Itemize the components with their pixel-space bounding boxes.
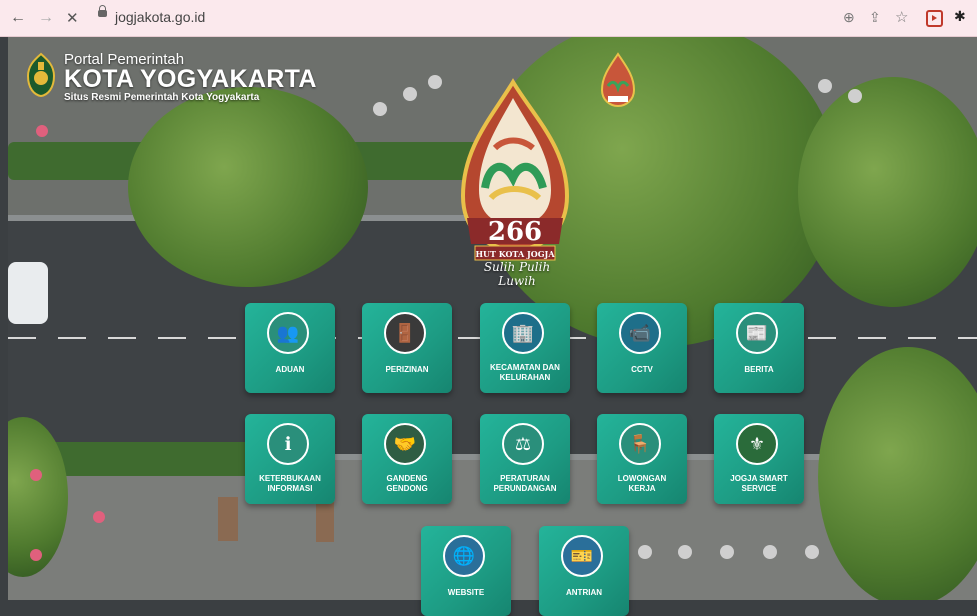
share-icon[interactable]: ⇪	[869, 9, 881, 26]
forward-icon[interactable]: →	[38, 9, 54, 27]
cctv-camera-icon: 📹	[619, 312, 661, 354]
service-tile-keterbukaan-informasi[interactable]: ℹ KETERBUKAAN INFORMASI	[245, 414, 335, 504]
anniversary-number: 266	[488, 217, 542, 247]
service-tile-label: PERIZINAN	[385, 365, 429, 374]
anniversary-small-logo	[600, 52, 636, 108]
website-globe-icon: 🌐	[443, 535, 485, 577]
lock-icon[interactable]	[98, 5, 107, 17]
service-tile-label: CCTV	[631, 365, 653, 374]
service-tile-label: LOWONGAN KERJA	[617, 474, 667, 493]
service-tile-label: ADUAN	[275, 365, 305, 374]
service-tile-website[interactable]: 🌐 WEBSITE	[421, 526, 511, 616]
city-name[interactable]: KOTA YOGYAKARTA	[64, 65, 317, 94]
service-tile-label: GANDENG GENDONG	[386, 474, 428, 493]
anniversary-tagline: Sulih Pulih Luwih	[483, 260, 551, 288]
service-tile-berita[interactable]: 📰 BERITA	[714, 303, 804, 393]
back-icon[interactable]: ←	[10, 9, 26, 27]
complaint-people-icon: 👥	[267, 312, 309, 354]
service-tile-cctv[interactable]: 📹 CCTV	[597, 303, 687, 393]
gunungan-anniversary-logo: 266 HUT KOTA JOGJA	[460, 78, 570, 261]
service-tile-label: KECAMATAN DAN KELURAHAN	[490, 363, 560, 382]
service-tile-antrian[interactable]: 🎫 ANTRIAN	[539, 526, 629, 616]
info-magnifier-icon: ℹ	[267, 423, 309, 465]
service-tile-gandeng-gendong[interactable]: 🤝 GANDENG GENDONG	[362, 414, 452, 504]
service-tile-kecamatan-dan-kelurahan[interactable]: 🏢 KECAMATAN DAN KELURAHAN	[480, 303, 570, 393]
office-desk-icon: 🏢	[502, 312, 544, 354]
address-bar[interactable]	[90, 7, 960, 29]
service-tile-aduan[interactable]: 👥 ADUAN	[245, 303, 335, 393]
service-tile-label: ANTRIAN	[566, 588, 602, 597]
browser-toolbar: ← → ✕ jogjakota.go.id ⊕ ⇪ ☆ ✱	[0, 0, 977, 37]
scales-icon: ⚖	[502, 423, 544, 465]
service-tile-jogja-smart-service[interactable]: ⚜ JOGJA SMART SERVICE	[714, 414, 804, 504]
bookmark-star-icon[interactable]: ☆	[895, 8, 908, 26]
extensions-puzzle-icon[interactable]: ✱	[954, 8, 966, 25]
anniversary-banner: HUT KOTA JOGJA	[475, 249, 555, 259]
people-carry-icon: 🤝	[384, 423, 426, 465]
service-tile-label: BERITA	[744, 365, 774, 374]
service-tile-perizinan[interactable]: 🚪 PERIZINAN	[362, 303, 452, 393]
newspaper-icon: 📰	[736, 312, 778, 354]
city-emblem-logo[interactable]	[26, 52, 56, 98]
office-chair-icon: 🪑	[619, 423, 661, 465]
extension-icon[interactable]	[926, 10, 943, 27]
permit-door-icon: 🚪	[384, 312, 426, 354]
service-tile-label: WEBSITE	[447, 588, 485, 597]
queue-ticket-icon: 🎫	[561, 535, 603, 577]
url-text[interactable]: jogjakota.go.id	[115, 9, 205, 25]
stop-loading-icon[interactable]: ✕	[66, 9, 79, 27]
service-tile-label: KETERBUKAAN INFORMASI	[259, 474, 321, 493]
city-emblem-icon: ⚜	[736, 423, 778, 465]
service-tile-label: PERATURAN PERUNDANGAN	[493, 474, 557, 493]
site-subtitle: Situs Resmi Pemerintah Kota Yogyakarta	[64, 92, 260, 103]
zoom-icon[interactable]: ⊕	[843, 9, 855, 26]
service-tile-lowongan-kerja[interactable]: 🪑 LOWONGAN KERJA	[597, 414, 687, 504]
service-tile-peraturan-perundangan[interactable]: ⚖ PERATURAN PERUNDANGAN	[480, 414, 570, 504]
service-tile-label: JOGJA SMART SERVICE	[730, 474, 788, 493]
